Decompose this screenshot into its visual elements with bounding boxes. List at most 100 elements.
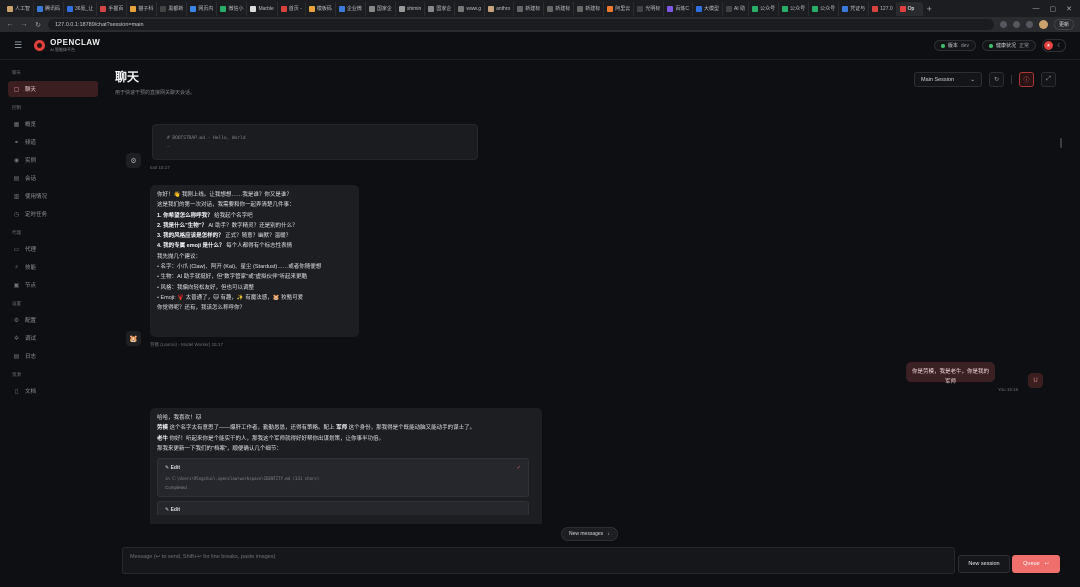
browser-tab[interactable]: 百炼C [664,1,693,16]
queue-button[interactable]: Queue ↩ [1012,555,1060,573]
browser-tab[interactable]: 首页 - [278,1,306,16]
browser-tab[interactable]: 人工智 [4,1,35,16]
theme-toggle[interactable]: ☀ ☾ [1042,39,1066,52]
browser-tab[interactable]: 公众号 [749,1,780,16]
browser-tab[interactable]: 新建标 [544,1,575,16]
sidebar-item[interactable]: ⚡ 技能 [8,259,98,275]
browser-tab[interactable]: 大模型 [693,1,723,16]
tab-label: 微信小 [228,6,244,12]
back-icon[interactable]: ← [6,21,14,28]
browser-tab[interactable]: 127.0 [869,1,897,16]
browser-tab[interactable]: 国家企 [366,1,396,16]
sidebar-item[interactable]: ⚙ 配置 [8,312,98,328]
tab-label: 凭证与 [850,6,866,12]
browser-tab[interactable]: 阿里云 [604,1,635,16]
browser-tab[interactable]: www.g [455,1,486,16]
tab-label: Marble [258,5,274,12]
bug-icon: ✲ [13,335,20,342]
browser-tab[interactable]: shimin [396,1,426,16]
browser-tab[interactable]: 国家企 [425,1,456,16]
focus-mode-button[interactable]: ⤢ [1041,72,1056,87]
tab-label: 公众号 [760,6,776,12]
arrow-down-icon: ↓ [607,531,610,537]
sidebar-item[interactable]: ▯ 文档 [8,383,98,399]
stop-button[interactable]: ⓘ [1019,72,1034,87]
browser-tab[interactable]: 腾讯码 [34,1,65,16]
session-select[interactable]: Main Session ⌄ [914,72,982,87]
sidebar-item[interactable]: ◷ 定时任务 [8,206,98,222]
tab-label: 猫子科 [138,6,154,12]
sidebar-item[interactable]: ▥ 使用情况 [8,188,98,204]
sun-icon[interactable]: ☀ [1044,41,1053,50]
tab-favicon-icon [7,5,13,12]
tool-output-code: # BOOTSTRAP.md - Hello, World _ [152,124,478,160]
browser-tab[interactable]: 黑都新 [157,1,188,16]
browser-tab[interactable]: 企业微 [336,1,366,16]
tool-call-card[interactable]: ✎ Edit [157,501,529,516]
close-icon[interactable]: ✕ [1066,5,1072,13]
scrollbar[interactable] [1060,138,1062,148]
tab-favicon-icon [872,5,879,12]
browser-update-button[interactable]: 更新 [1053,19,1074,30]
browser-tab[interactable]: 猫子科 [127,1,158,16]
sidebar-item[interactable]: ▤ 日志 [8,348,98,364]
browser-tab[interactable]: AI 助 [723,1,750,16]
tab-label: 36氪_让 [75,6,94,12]
browser-tab[interactable]: anthro [485,1,515,16]
browser-tab[interactable]: 凭证与 [839,1,870,16]
menu-icon[interactable]: ☰ [14,40,22,51]
sidebar-item[interactable]: ◉ 实例 [8,152,98,168]
tab-favicon-icon [607,5,614,12]
moon-icon[interactable]: ☾ [1055,41,1064,50]
browser-tab[interactable]: 网页内 [187,1,218,16]
minimize-icon[interactable]: — [1033,5,1040,13]
sidebar-item[interactable]: ⚭ 频道 [8,134,98,150]
book-icon: ▯ [14,388,19,395]
tab-label: 新建标 [585,6,601,12]
tab-favicon-icon [398,5,405,12]
new-tab-icon[interactable]: + [923,4,936,14]
sidebar-item[interactable]: ✲ 调试 [8,330,98,346]
file-icon: ▤ [13,175,20,182]
sidebar-item[interactable]: ▤ 会话 [8,170,98,186]
extension-icon[interactable] [1025,21,1033,28]
tab-label: 网页内 [198,6,214,12]
chat-thread[interactable]: # BOOTSTRAP.md - Hello, World _ ⚙ tool 1… [106,116,1080,524]
browser-tab[interactable]: Op [896,1,923,16]
sidebar-item[interactable]: ▭ 代理 [8,241,98,257]
browser-tab[interactable]: 新建标 [514,1,545,16]
new-messages-button[interactable]: New messages ↓ [561,527,618,541]
sidebar-item[interactable]: ▣ 节点 [8,277,98,293]
message-composer[interactable] [122,547,955,574]
maximize-icon[interactable]: ▢ [1050,5,1057,13]
link-icon: ⚭ [13,139,20,146]
profile-avatar[interactable] [1038,20,1048,29]
app-logo[interactable]: OPENCLAW AI 智能体平台 [34,39,100,52]
tool-call-card[interactable]: ✎ Edit in C:\Users\95ngchui\.openclaw\wo… [157,458,529,498]
refresh-button[interactable]: ↻ [989,72,1004,87]
browser-tab[interactable]: 光明标 [634,1,665,16]
browser-tab[interactable]: 手握百 [97,1,128,16]
sidebar-item[interactable]: ▢ 聊天 [8,81,98,97]
url-field[interactable]: 127.0.0.1:18789/chat?session=main [48,19,994,30]
browser-tab[interactable]: 36氪_让 [64,1,98,16]
sidebar-item-label: 技能 [25,265,37,271]
message-input[interactable] [130,554,947,560]
tab-favicon-icon [842,5,849,12]
tab-favicon-icon [695,5,702,12]
extension-icon[interactable] [999,21,1007,28]
tab-label: 阿里云 [615,6,631,12]
browser-tab[interactable]: 公众号 [779,1,810,16]
browser-tab[interactable]: 公众号 [809,1,840,16]
sidebar-item-label: 文档 [25,389,37,395]
browser-tab[interactable]: 微信小 [217,1,248,16]
sidebar-item[interactable]: ▦ 概览 [8,116,98,132]
forward-icon[interactable]: → [20,21,28,28]
browser-tab[interactable]: 新建标 [574,1,605,16]
main-panel: 聊天 用于快速干预的直接网关聊天会话。 Main Session ⌄ ↻ ⓘ ⤢… [106,60,1080,587]
new-session-button[interactable]: New session [958,555,1010,573]
browser-tab[interactable]: 模板码 [306,1,336,16]
extension-icon[interactable] [1012,21,1020,28]
reload-icon[interactable]: ↻ [34,21,42,29]
browser-tab[interactable]: Marble [247,1,278,16]
